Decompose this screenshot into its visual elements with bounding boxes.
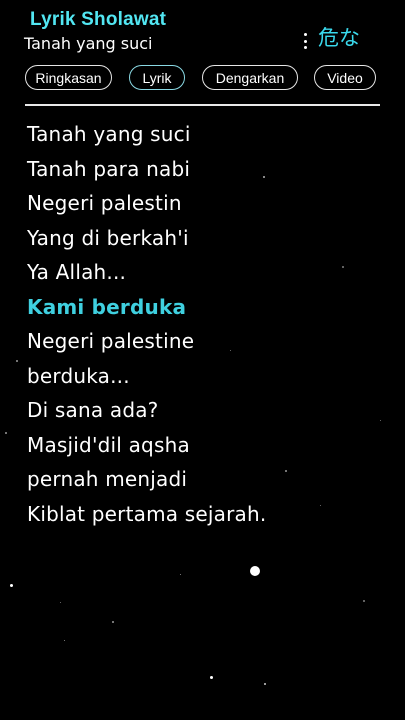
star — [5, 432, 7, 434]
star — [363, 600, 365, 602]
lyric-line: Kiblat pertama sejarah. — [27, 501, 267, 526]
lyric-line-current: Kami berduka — [27, 294, 187, 319]
channel-title: Lyrik Sholawat — [30, 9, 167, 30]
star — [380, 420, 381, 421]
star — [263, 176, 265, 178]
star — [10, 584, 13, 587]
star — [285, 470, 287, 472]
lyrics-list: Tanah yang suci Tanah para nabi Negeri p… — [27, 117, 266, 531]
star — [342, 266, 344, 268]
lyric-line: Tanah yang suci — [27, 122, 191, 146]
star — [320, 505, 321, 506]
tab-dengarkan[interactable]: Dengarkan — [202, 65, 298, 90]
star — [16, 360, 18, 362]
more-vertical-icon[interactable] — [300, 33, 310, 49]
star — [210, 676, 213, 679]
lyric-line: Ya Allah... — [27, 260, 127, 284]
star — [112, 621, 114, 623]
tab-video[interactable]: Video — [314, 65, 376, 90]
lyric-line: pernah menjadi — [27, 467, 188, 491]
star — [64, 640, 65, 641]
lyric-line: Di sana ada? — [27, 398, 159, 422]
star — [250, 566, 260, 576]
lyric-line: berduka... — [27, 363, 130, 388]
song-title: Tanah yang suci — [24, 34, 153, 53]
tab-ringkasan[interactable]: Ringkasan — [25, 65, 112, 90]
lyric-line: Negeri palestine — [27, 329, 195, 353]
warning-mark: 危な — [318, 26, 360, 50]
star — [230, 350, 231, 351]
star — [264, 683, 266, 685]
lyric-line: Masjid'dil aqsha — [27, 432, 190, 457]
tab-bar: Ringkasan Lyrik Dengarkan Video — [0, 65, 405, 93]
lyric-line: Tanah para nabi — [27, 156, 191, 181]
lyric-line: Negeri palestin — [27, 191, 182, 215]
star — [60, 602, 61, 603]
lyric-line: Yang di berkah'i — [27, 225, 189, 250]
divider — [25, 104, 380, 106]
tab-lyrik[interactable]: Lyrik — [129, 65, 185, 90]
star — [180, 574, 181, 575]
